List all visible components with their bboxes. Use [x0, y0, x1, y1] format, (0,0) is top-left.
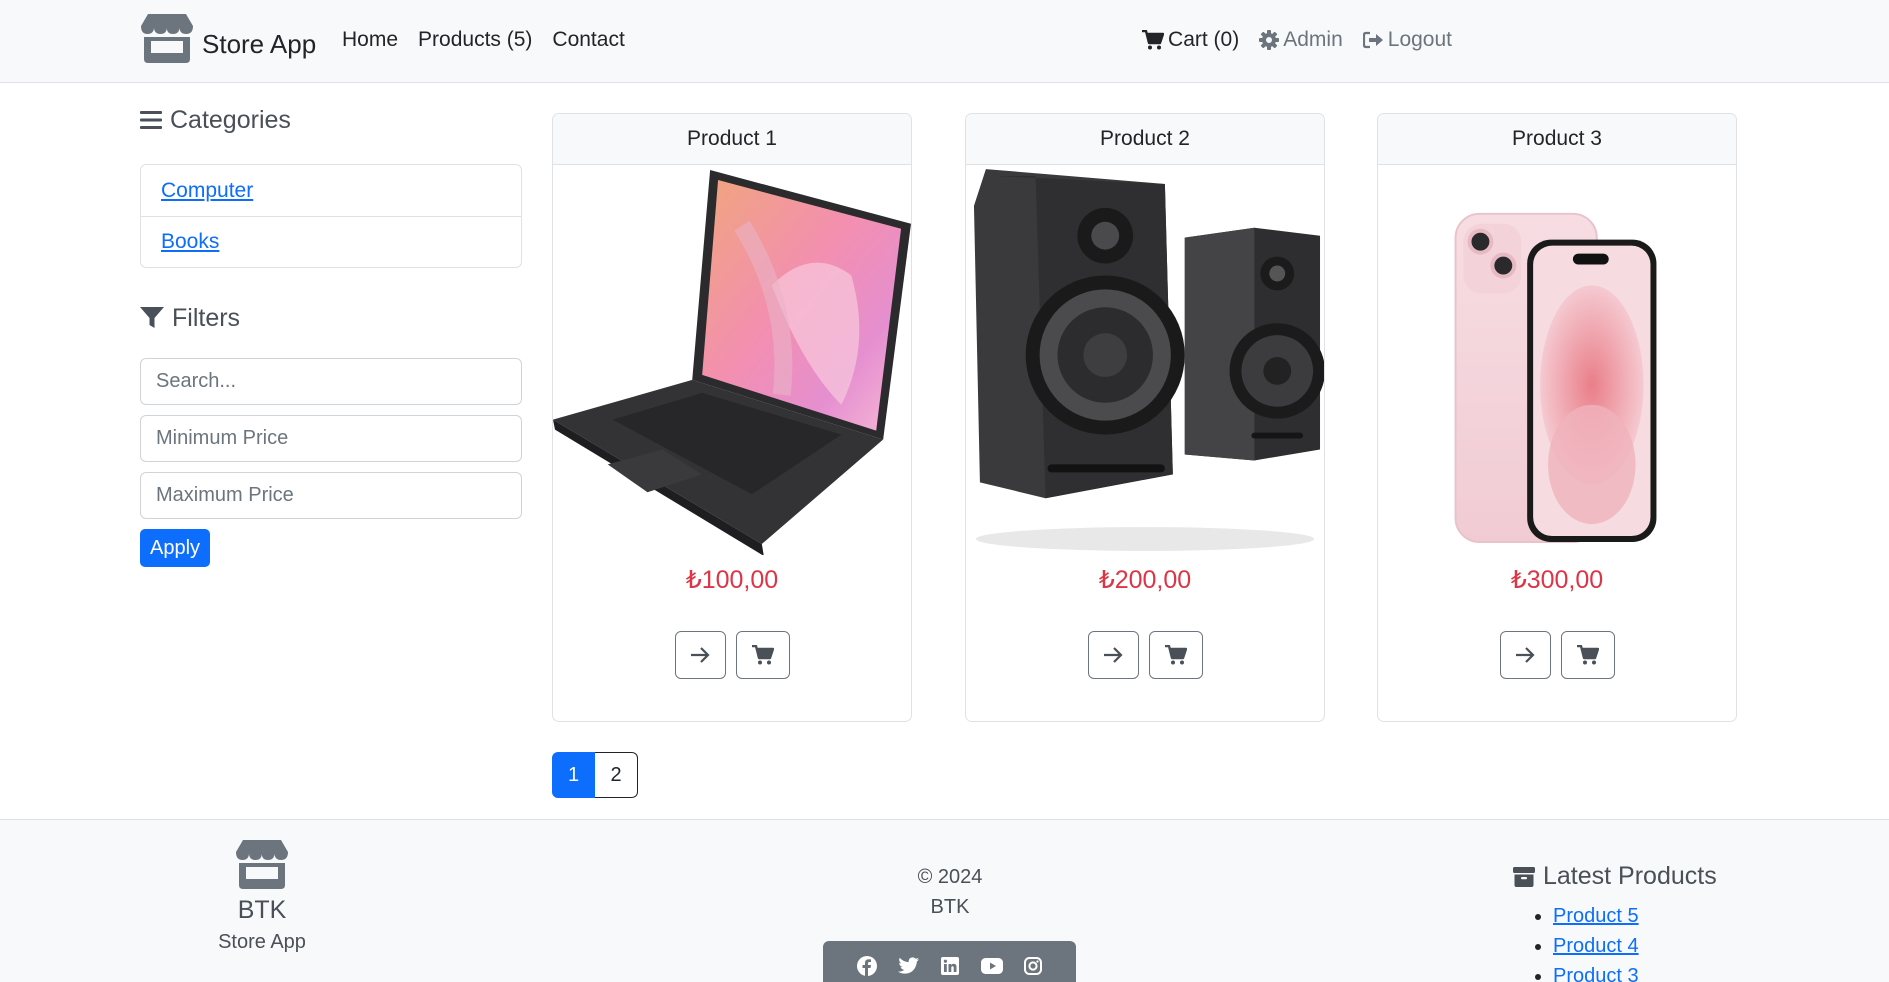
sidebar: Categories Computer Books Filters Apply — [140, 100, 522, 567]
list-item: Product 3 — [1553, 961, 1717, 982]
product-image[interactable] — [553, 165, 911, 555]
brand-name: Store App — [202, 28, 317, 59]
linkedin-icon[interactable] — [940, 957, 959, 975]
product-price: ₺200,00 — [1098, 566, 1192, 594]
latest-products-heading: Latest Products — [1513, 862, 1717, 891]
category-link-books[interactable]: Books — [161, 230, 219, 254]
view-product-button[interactable] — [674, 631, 726, 679]
footer: BTK Store App © 2024 BTK Latest Products… — [0, 819, 1889, 982]
product-image[interactable] — [966, 165, 1324, 555]
pagination: 1 2 — [552, 752, 638, 798]
cart-icon — [1164, 645, 1187, 665]
max-price-input[interactable] — [140, 472, 522, 519]
view-product-button[interactable] — [1499, 631, 1551, 679]
product-price: ₺100,00 — [685, 566, 779, 594]
category-item-books: Books — [141, 216, 521, 267]
product-card: Product 3 ₺300,00 — [1377, 113, 1737, 722]
page-2[interactable]: 2 — [595, 752, 638, 798]
latest-product-link[interactable]: Product 3 — [1553, 965, 1639, 982]
cart-icon — [1576, 645, 1599, 665]
categories-title: Categories — [170, 105, 291, 134]
store-icon — [236, 840, 288, 889]
product-title: Product 2 — [966, 114, 1324, 165]
logout-icon — [1362, 31, 1383, 49]
product-title: Product 1 — [553, 114, 911, 165]
latest-products-title: Latest Products — [1543, 862, 1717, 890]
cart-icon — [1142, 30, 1165, 50]
categories-heading: Categories — [140, 100, 522, 140]
add-to-cart-button[interactable] — [1560, 631, 1615, 679]
view-product-button[interactable] — [1087, 631, 1139, 679]
facebook-icon[interactable] — [856, 956, 877, 976]
product-image[interactable] — [1378, 165, 1736, 555]
filters-title: Filters — [172, 303, 241, 332]
arrow-right-icon — [691, 647, 710, 663]
cart-link[interactable]: Cart (0) — [1142, 28, 1239, 52]
min-price-input[interactable] — [140, 415, 522, 462]
page-1[interactable]: 1 — [552, 752, 595, 798]
apply-button[interactable]: Apply — [140, 529, 211, 567]
cart-label: Cart (0) — [1168, 28, 1240, 51]
category-list: Computer Books — [140, 164, 522, 268]
footer-brand: BTK Store App — [200, 838, 324, 954]
nav-products[interactable]: Products (5) — [418, 28, 532, 52]
speakers-image — [973, 169, 1324, 551]
list-icon — [140, 111, 162, 129]
list-item: Product 5 — [1553, 901, 1717, 931]
footer-copyright: © 2024 BTK — [844, 862, 1056, 922]
latest-product-link[interactable]: Product 5 — [1553, 905, 1639, 927]
laptop-image — [553, 170, 911, 555]
logout-link[interactable]: Logout — [1362, 28, 1452, 52]
top-navbar: Store App Home Products (5) Contact Cart… — [0, 0, 1889, 83]
logout-label: Logout — [1387, 28, 1452, 51]
category-link-computer[interactable]: Computer — [161, 179, 253, 203]
nav-home[interactable]: Home — [342, 28, 398, 52]
social-links — [823, 941, 1076, 982]
add-to-cart-button[interactable] — [1148, 631, 1203, 679]
company-name: BTK — [930, 896, 970, 918]
brand-link[interactable]: Store App — [140, 12, 316, 64]
nav-user-actions: Cart (0) Admin Logout — [1142, 28, 1452, 52]
gear-icon — [1259, 30, 1280, 50]
footer-brand-name: BTK — [237, 896, 287, 924]
copyright-text: © 2024 — [917, 866, 983, 888]
admin-label: Admin — [1283, 28, 1343, 51]
product-actions — [553, 631, 911, 679]
filter-icon — [140, 307, 164, 328]
product-actions — [966, 631, 1324, 679]
box-icon — [1513, 866, 1535, 887]
product-title: Product 3 — [1378, 114, 1736, 165]
latest-products: Latest Products Product 5 Product 4 Prod… — [1513, 862, 1717, 982]
product-card: Product 1 ₺100,00 — [552, 113, 912, 722]
store-icon — [141, 14, 193, 63]
search-input[interactable] — [140, 358, 522, 405]
filters-heading: Filters — [140, 298, 522, 338]
add-to-cart-button[interactable] — [735, 631, 790, 679]
nav-contact[interactable]: Contact — [552, 28, 624, 52]
footer-brand-sub: Store App — [218, 931, 306, 953]
list-item: Product 4 — [1553, 931, 1717, 961]
product-card: Product 2 ₺200,00 — [965, 113, 1325, 722]
instagram-icon[interactable] — [1024, 957, 1043, 975]
product-actions — [1378, 631, 1736, 679]
latest-product-link[interactable]: Product 4 — [1553, 935, 1639, 957]
phone-image — [1454, 212, 1657, 543]
latest-products-list: Product 5 Product 4 Product 3 — [1553, 901, 1717, 982]
nav-links: Home Products (5) Contact — [342, 28, 625, 52]
arrow-right-icon — [1104, 647, 1123, 663]
cart-icon — [751, 645, 774, 665]
admin-link[interactable]: Admin — [1259, 28, 1343, 52]
category-item-computer: Computer — [141, 165, 521, 216]
arrow-right-icon — [1516, 647, 1535, 663]
youtube-icon[interactable] — [980, 958, 1003, 974]
twitter-icon[interactable] — [898, 957, 920, 975]
product-price: ₺300,00 — [1510, 566, 1604, 594]
